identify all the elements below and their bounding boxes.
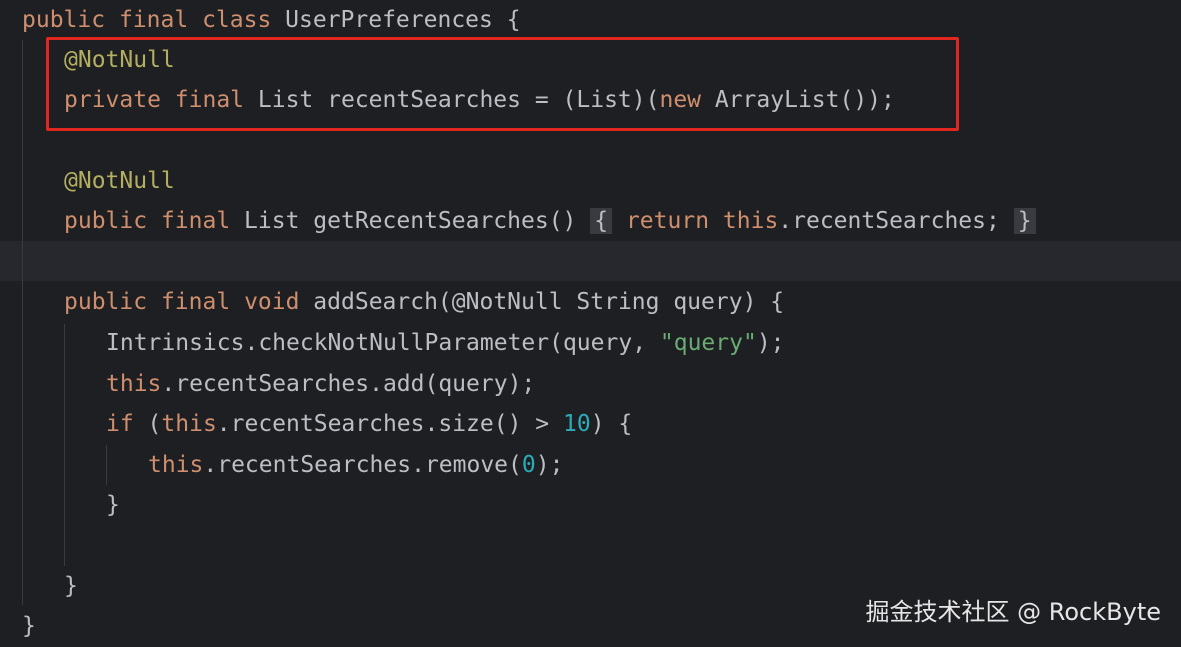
code-line-method-close: } bbox=[64, 573, 78, 599]
folded-block-open[interactable]: { bbox=[590, 208, 613, 234]
code-line-class-declaration: public final class UserPreferences { bbox=[22, 7, 521, 33]
code-line-getter: public final List getRecentSearches() { … bbox=[64, 201, 1036, 241]
code-line-add-call: this.recentSearches.add(query); bbox=[106, 371, 536, 397]
code-line-remove-call: this.recentSearches.remove(0); bbox=[148, 452, 564, 478]
current-line-highlight bbox=[0, 241, 1181, 281]
code-line-if-statement: if (this.recentSearches.size() > 10) { bbox=[106, 411, 633, 437]
code-line-null-check: Intrinsics.checkNotNullParameter(query, … bbox=[106, 330, 785, 356]
indent-guide bbox=[22, 40, 23, 605]
watermark: 掘金技术社区 @ RockByte bbox=[865, 598, 1161, 626]
code-line-if-close: } bbox=[106, 492, 120, 518]
folded-block-close[interactable]: } bbox=[1013, 208, 1036, 234]
code-line-method-declaration: public final void addSearch(@NotNull Str… bbox=[64, 289, 785, 315]
code-line-class-close: } bbox=[22, 613, 36, 639]
indent-guide bbox=[106, 445, 107, 485]
code-editor[interactable]: public final class UserPreferences { @No… bbox=[0, 0, 1181, 647]
red-highlight-box bbox=[46, 37, 959, 131]
code-line-annotation: @NotNull bbox=[64, 168, 175, 194]
indent-guide bbox=[64, 324, 65, 566]
